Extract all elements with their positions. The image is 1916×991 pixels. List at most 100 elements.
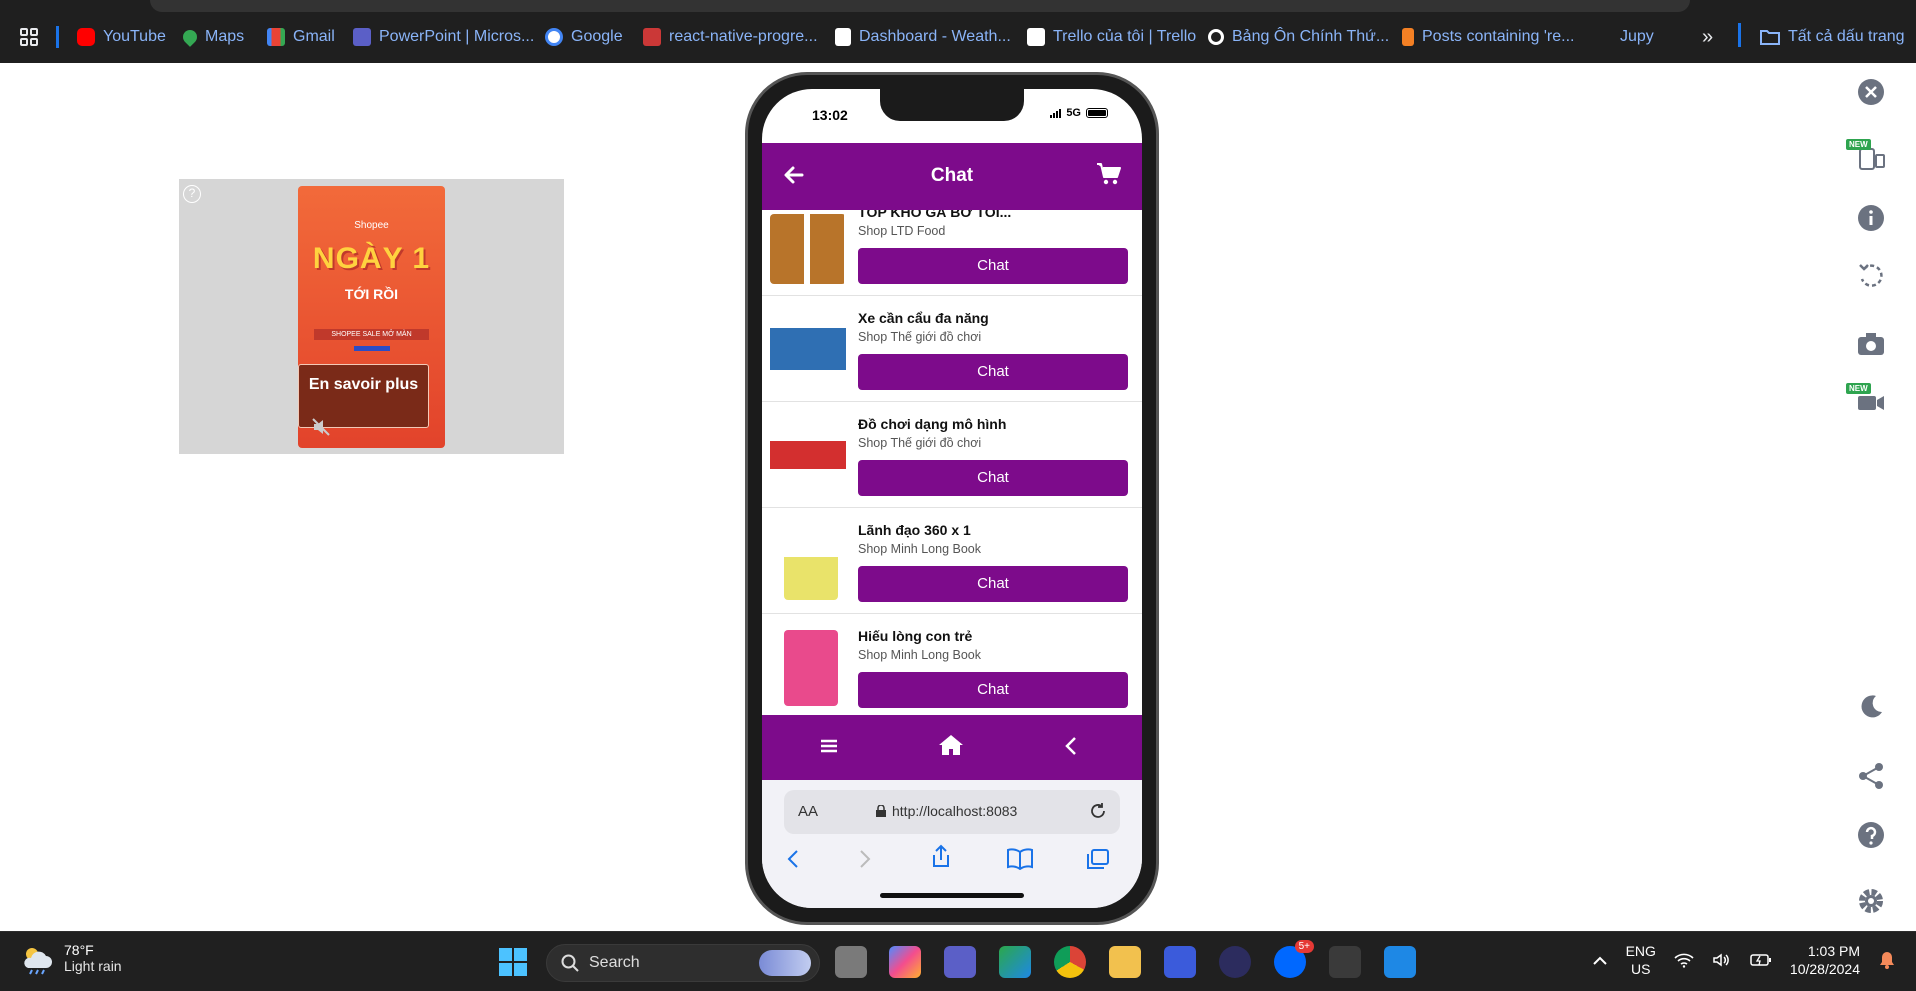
all-bookmarks-folder[interactable]: Tất cả dấu trang [1760, 26, 1905, 48]
ad-help-icon[interactable]: ? [183, 185, 201, 203]
teams-icon [353, 28, 371, 46]
apps-grid-icon[interactable] [20, 28, 38, 46]
ad-headline: NGÀY 1 [312, 242, 431, 275]
mute-icon[interactable] [312, 418, 330, 441]
ad-progress-bar [354, 346, 390, 351]
bookmark-google[interactable]: Google [545, 26, 623, 48]
bookmark-gmail[interactable]: Gmail [267, 26, 335, 48]
phone-notch [880, 89, 1024, 121]
ad-banner[interactable]: ? Shopee NGÀY 1 TỚI RỒI SHOPEE SALE MỞ M… [179, 179, 564, 454]
shop-name: Shop Thế giới đồ chơi [858, 436, 982, 450]
battery-charging-icon[interactable] [1750, 953, 1772, 967]
shop-name: Shop Minh Long Book [858, 648, 982, 662]
phone-frame: 13:02 5G Chat TÓP KHÔ GÀ BƠ TỎI... Shop … [745, 72, 1159, 925]
search-placeholder: Search [589, 954, 640, 971]
info-icon[interactable] [1856, 203, 1886, 233]
maps-icon [180, 27, 200, 47]
clock-date: 10/28/2024 [1789, 961, 1860, 977]
chat-button[interactable]: Chat [858, 354, 1128, 390]
google-icon [545, 28, 563, 46]
chrome-icon[interactable] [1054, 946, 1086, 978]
url-bar[interactable]: AA http://localhost:8083 [784, 790, 1120, 834]
reader-mode-button[interactable]: AA [798, 803, 818, 820]
taskbar-clock[interactable]: 1:03 PM 10/28/2024 [1790, 942, 1860, 978]
task-view-icon[interactable] [835, 946, 867, 978]
zalo-badge: 5+ [1294, 940, 1314, 953]
teams-taskbar-icon[interactable] [944, 946, 976, 978]
phone-screen: 13:02 5G Chat TÓP KHÔ GÀ BƠ TỎI... Shop … [762, 89, 1142, 908]
chat-button[interactable]: Chat [858, 248, 1128, 284]
bookmark-label: YouTube [103, 28, 166, 45]
close-icon[interactable] [1856, 77, 1886, 107]
video-record-icon[interactable]: NEW [1846, 383, 1886, 417]
address-bar-strip [150, 0, 1690, 12]
url-display[interactable]: http://localhost:8083 [876, 803, 1017, 819]
dark-mode-icon[interactable] [1856, 692, 1886, 722]
bookmark-maps[interactable]: Maps [180, 26, 245, 48]
ad-tagline: SHOPEE SALE MỞ MÀN [314, 329, 429, 340]
ad-card[interactable]: Shopee NGÀY 1 TỚI RỒI SHOPEE SALE MỞ MÀN… [298, 186, 445, 448]
edge-icon[interactable] [999, 946, 1031, 978]
copilot-icon[interactable] [889, 946, 921, 978]
bookmark-label: PowerPoint | Micros... [379, 28, 535, 45]
language-indicator[interactable]: ENG US [1626, 942, 1656, 978]
weather-widget[interactable]: 78°F Light rain [20, 942, 122, 976]
bookmark-label: Maps [205, 28, 245, 45]
shop-name: Shop LTD Food [858, 224, 946, 238]
tabs-icon[interactable] [1086, 848, 1110, 875]
product-name: Lãnh đạo 360 x 1 [858, 522, 971, 538]
bookmark-youtube[interactable]: YouTube [77, 26, 166, 48]
page-icon [835, 28, 851, 46]
bookmark-react-native[interactable]: react-native-progre... [643, 26, 818, 48]
bookmark-posts[interactable]: Posts containing 're... [1402, 26, 1574, 48]
file-explorer-icon[interactable] [1109, 946, 1141, 978]
settings-gear-icon[interactable] [1856, 886, 1886, 916]
chat-button[interactable]: Chat [858, 672, 1128, 708]
volume-icon[interactable] [1712, 952, 1732, 968]
chevron-left-icon[interactable] [1062, 735, 1082, 762]
folder-icon [1760, 30, 1780, 45]
bookmark-bang-on[interactable]: Bảng Ôn Chính Thứ... [1208, 26, 1389, 48]
rotate-icon[interactable] [1856, 261, 1886, 291]
safari-forward-icon[interactable] [854, 848, 874, 875]
zalo-icon[interactable]: 5+ [1274, 940, 1314, 978]
product-thumbnail [784, 522, 838, 600]
reload-icon[interactable] [1088, 801, 1108, 826]
notification-bell-icon[interactable] [1878, 950, 1896, 970]
camera-icon[interactable] [1856, 329, 1886, 359]
bookmark-label: Posts containing 're... [1422, 28, 1575, 45]
chat-button[interactable]: Chat [858, 460, 1128, 496]
share-panel-icon[interactable] [1856, 761, 1886, 791]
home-icon[interactable] [938, 733, 964, 762]
share-icon[interactable] [930, 844, 952, 873]
bookmark-trello[interactable]: Trello của tôi | Trello [1027, 26, 1196, 48]
product-chat-list[interactable]: TÓP KHÔ GÀ BƠ TỎI... Shop LTD Food Chat … [762, 210, 1142, 715]
app-header: Chat [762, 143, 1142, 210]
eclipse-icon[interactable] [1219, 946, 1251, 978]
shop-name: Shop Thế giới đồ chơi [858, 330, 982, 344]
bookmark-powerpoint[interactable]: PowerPoint | Micros... [353, 26, 534, 48]
bookmark-dashboard[interactable]: Dashboard - Weath... [835, 26, 1011, 48]
cart-icon[interactable] [1096, 161, 1122, 192]
menu-icon[interactable] [818, 735, 840, 762]
wifi-icon[interactable] [1674, 952, 1694, 968]
bookmarks-icon[interactable] [1007, 848, 1033, 875]
gmail-icon [267, 28, 285, 46]
bookmark-jupy[interactable]: Jupy [1620, 26, 1654, 48]
windows-taskbar: 78°F Light rain Search 5+ ENG US 1:03 PM… [0, 931, 1916, 991]
weather-condition: Light rain [64, 958, 122, 974]
chevron-up-icon[interactable] [1592, 954, 1608, 966]
bookmarks-bar: YouTube Maps Gmail PowerPoint | Micros..… [0, 0, 1916, 63]
device-switch-icon[interactable]: NEW [1846, 139, 1886, 173]
taskbar-search[interactable]: Search [546, 944, 820, 982]
more-bookmarks-button[interactable]: » [1702, 26, 1713, 48]
safari-back-icon[interactable] [784, 848, 804, 875]
terminal-icon[interactable] [1329, 946, 1361, 978]
app-icon[interactable] [1164, 946, 1196, 978]
npm-icon [643, 28, 661, 46]
windows-start-icon[interactable] [497, 946, 529, 978]
help-icon[interactable] [1856, 820, 1886, 850]
vscode-icon[interactable] [1384, 946, 1416, 978]
trello-icon [1027, 28, 1045, 46]
chat-button[interactable]: Chat [858, 566, 1128, 602]
